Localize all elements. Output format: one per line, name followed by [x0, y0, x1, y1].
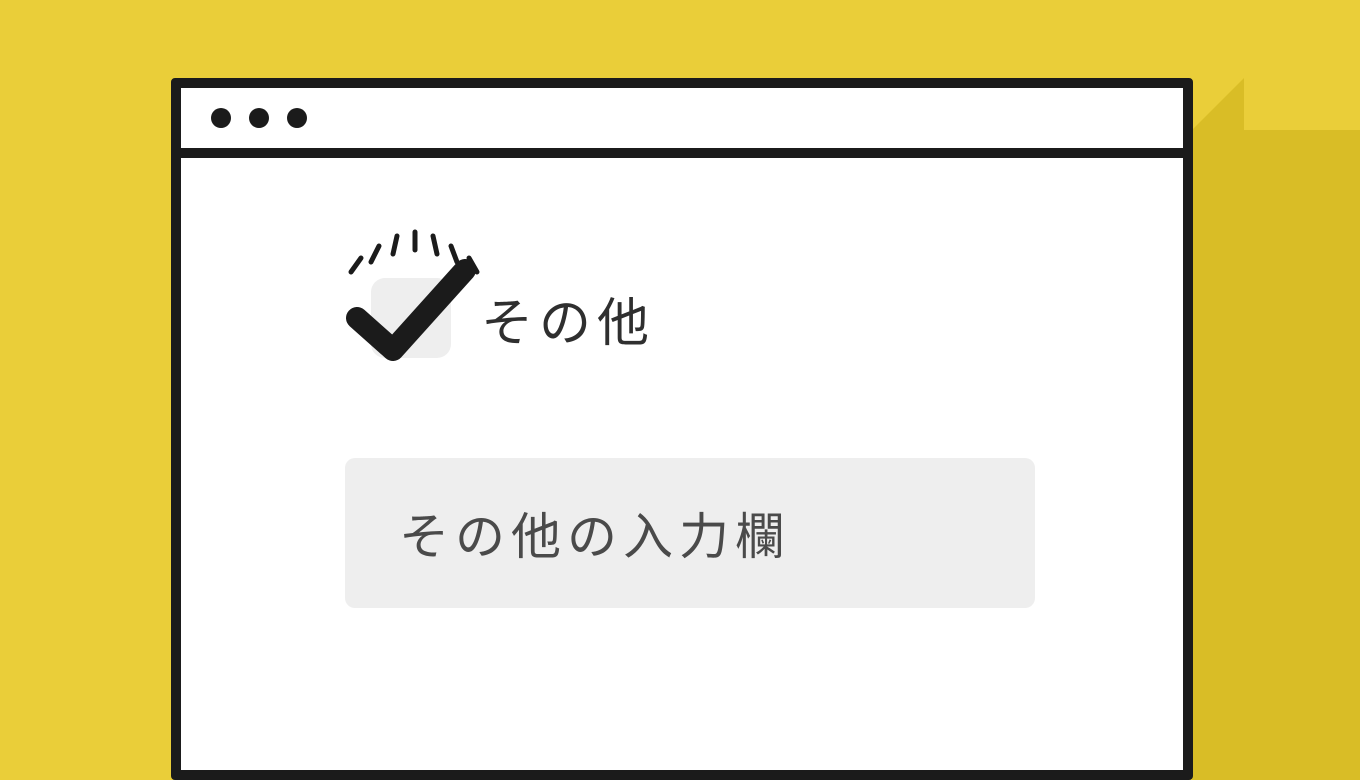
other-text-input-placeholder: その他の入力欄 — [399, 497, 791, 569]
window-shadow-corner — [1192, 78, 1244, 130]
other-checkbox-label: その他 — [481, 281, 655, 356]
checkmark-icon — [339, 250, 479, 370]
other-checkbox[interactable] — [371, 278, 451, 358]
window-control-dot[interactable] — [211, 108, 231, 128]
other-text-input[interactable]: その他の入力欄 — [345, 458, 1035, 608]
window-control-dot[interactable] — [287, 108, 307, 128]
window-titlebar — [181, 88, 1183, 158]
window-content: その他 その他の入力欄 — [181, 158, 1183, 770]
window-control-dot[interactable] — [249, 108, 269, 128]
emphasis-burst-icon — [331, 214, 491, 284]
browser-window: その他 その他の入力欄 — [171, 78, 1193, 780]
window-shadow — [1192, 130, 1360, 780]
other-checkbox-row: その他 — [371, 278, 655, 358]
